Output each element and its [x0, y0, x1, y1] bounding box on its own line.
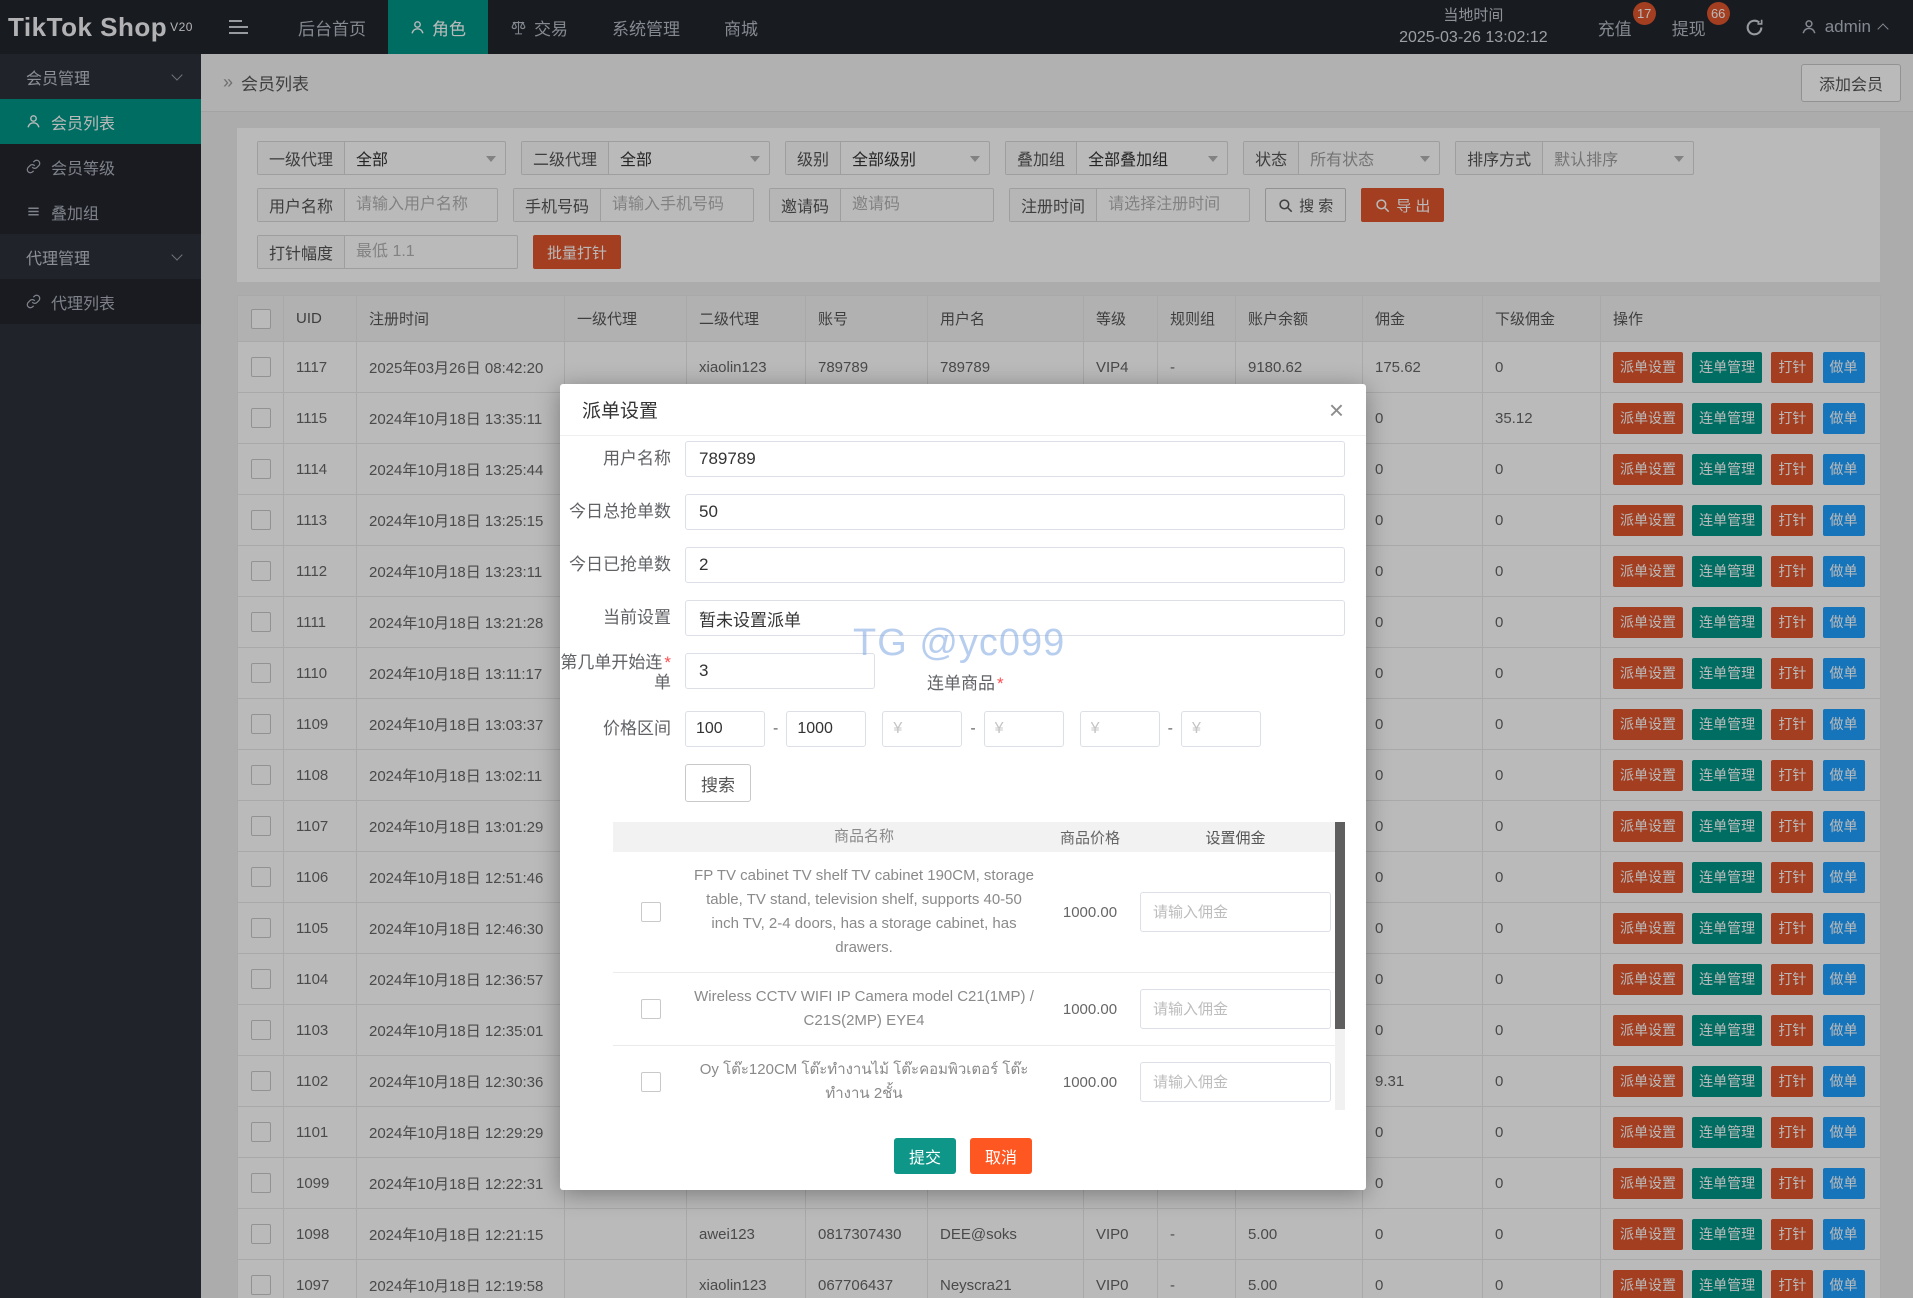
modal-field-label: 用户名称	[603, 449, 671, 468]
modal-field-input[interactable]	[685, 547, 1345, 583]
product-scrollbar-track	[1335, 822, 1345, 1110]
modal-field-row: 今日已抢单数	[560, 547, 1366, 583]
product-row: FP TV cabinet TV shelf TV cabinet 190CM,…	[613, 852, 1345, 973]
product-checkbox[interactable]	[640, 1072, 661, 1092]
price-separator: -	[970, 720, 976, 737]
required-asterisk: *	[997, 674, 1004, 693]
product-price: 1000.00	[1062, 1073, 1118, 1091]
product-commission-input[interactable]	[1140, 989, 1331, 1029]
price-input[interactable]	[685, 711, 765, 747]
product-commission-cell	[1140, 989, 1345, 1029]
close-icon[interactable]: ×	[1329, 397, 1344, 423]
chain-start-label: 第几单开始连 * 单	[560, 653, 671, 692]
price-input[interactable]	[882, 711, 963, 747]
modal-field-label: 当前设置	[603, 608, 671, 627]
chain-goods-label: 连单商品 *	[927, 674, 1004, 693]
product-commission-cell	[1140, 1062, 1345, 1102]
modal-field-label: 今日总抢单数	[569, 502, 671, 521]
product-checkbox-cell	[613, 1072, 688, 1092]
modal-field-label: 今日已抢单数	[569, 555, 671, 574]
modal-title: 派单设置	[582, 401, 659, 422]
modal-field-input[interactable]	[685, 441, 1345, 477]
modal-footer: 提交 取消	[560, 1138, 1366, 1174]
product-commission-input[interactable]	[1140, 892, 1331, 932]
product-scrollbar-thumb[interactable]	[1335, 822, 1345, 1030]
required-asterisk: *	[664, 653, 671, 672]
product-checkbox[interactable]	[640, 902, 661, 922]
product-table-header: 商品名称 商品价格 设置佣金	[613, 822, 1345, 852]
product-name: FP TV cabinet TV shelf TV cabinet 190CM,…	[694, 867, 1034, 956]
modal-field-input[interactable]	[685, 600, 1345, 636]
price-pair: -	[1079, 711, 1261, 747]
modal-field-row: 用户名称	[560, 441, 1366, 477]
modal-field-row: 今日总抢单数	[560, 494, 1366, 530]
product-checkbox[interactable]	[640, 999, 661, 1019]
modal-body: 用户名称今日总抢单数今日已抢单数当前设置 第几单开始连* 单 连单商品* 价格区…	[560, 436, 1366, 1110]
product-commission-header: 设置佣金	[1205, 829, 1266, 847]
product-checkbox-cell	[613, 999, 688, 1019]
price-input[interactable]	[983, 711, 1064, 747]
product-rows: FP TV cabinet TV shelf TV cabinet 190CM,…	[613, 852, 1345, 1110]
price-pair: -	[685, 711, 867, 747]
price-input[interactable]	[1180, 711, 1261, 747]
product-name-header: 商品名称	[833, 828, 894, 845]
chain-start-input[interactable]	[685, 653, 875, 689]
submit-button[interactable]: 提交	[894, 1138, 956, 1174]
product-price: 1000.00	[1062, 903, 1118, 921]
price-separator: -	[1167, 720, 1173, 737]
modal-header: 派单设置 ×	[560, 384, 1366, 436]
price-pair: -	[882, 711, 1064, 747]
price-input[interactable]	[1079, 711, 1160, 747]
product-table: 商品名称 商品价格 设置佣金 FP TV cabinet TV shelf TV…	[613, 822, 1345, 1110]
price-range-inputs: ---	[685, 711, 1261, 747]
product-price: 1000.00	[1062, 1000, 1118, 1018]
modal-simple-fields: 用户名称今日总抢单数今日已抢单数当前设置	[560, 441, 1366, 636]
product-name: Wireless CCTV WIFI IP Camera model C21(1…	[694, 988, 1034, 1029]
price-input[interactable]	[786, 711, 867, 747]
modal-field-row: 当前设置	[560, 600, 1366, 636]
product-checkbox-cell	[613, 902, 688, 922]
chain-start-row: 第几单开始连* 单 连单商品*	[560, 653, 1366, 694]
price-range-label: 价格区间	[603, 719, 671, 738]
product-row: Wireless CCTV WIFI IP Camera model C21(1…	[613, 973, 1345, 1046]
product-name: Oy โต๊ะ120CM โต๊ะทำงานไม้ โต๊ะคอมพิวเตอร…	[699, 1061, 1029, 1102]
cancel-button[interactable]: 取消	[970, 1138, 1032, 1174]
modal-search-button[interactable]: 搜索	[685, 764, 751, 802]
product-commission-cell	[1140, 892, 1345, 932]
product-price-header: 商品价格	[1059, 829, 1120, 847]
product-commission-input[interactable]	[1140, 1062, 1331, 1102]
price-range-row: 价格区间 - - -	[560, 711, 1366, 747]
price-separator: -	[773, 720, 779, 737]
product-row: Oy โต๊ะ120CM โต๊ะทำงานไม้ โต๊ะคอมพิวเตอร…	[613, 1046, 1345, 1110]
modal-field-input[interactable]	[685, 494, 1345, 530]
dispatch-settings-modal: 派单设置 × 用户名称今日总抢单数今日已抢单数当前设置 第几单开始连* 单 连单…	[560, 384, 1366, 1190]
